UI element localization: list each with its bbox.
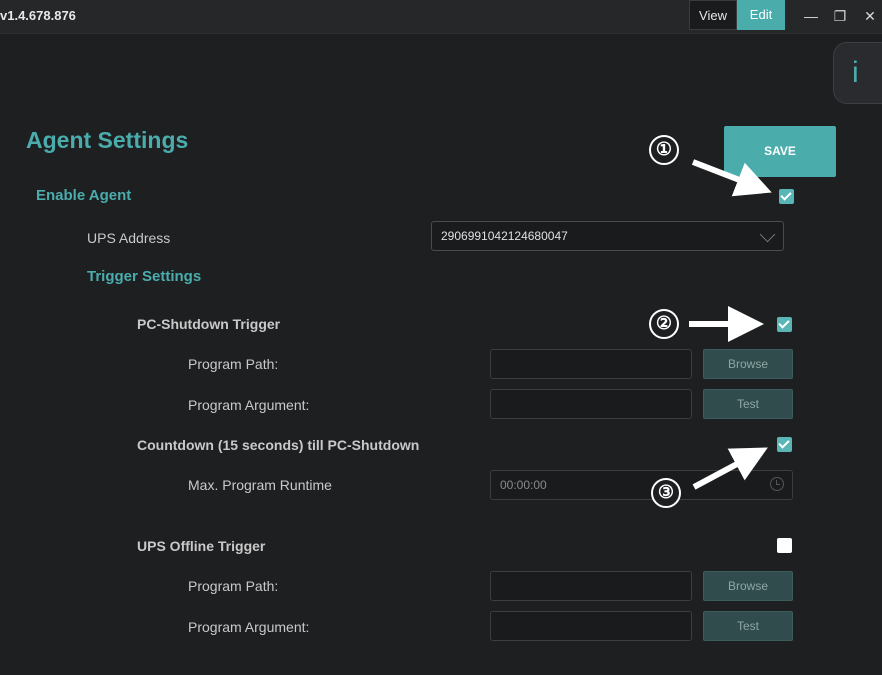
arrow-1-icon (691, 159, 772, 197)
marker-3: ③ (651, 478, 681, 508)
marker-1: ① (649, 135, 679, 165)
marker-2: ② (649, 309, 679, 339)
annotation-arrows (689, 159, 772, 490)
arrow-3-icon (692, 447, 768, 490)
